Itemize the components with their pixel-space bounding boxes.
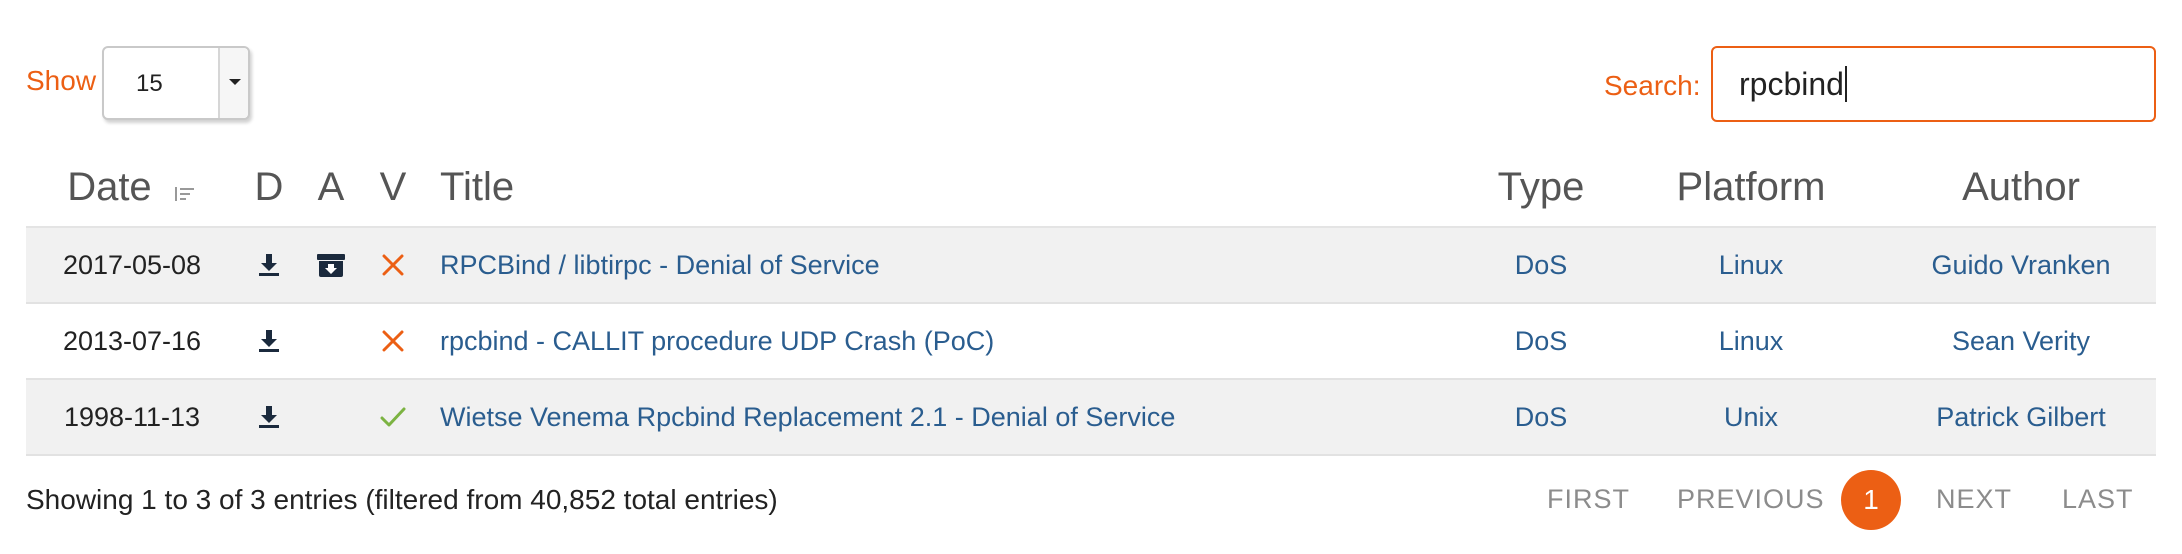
pagination-last[interactable]: LAST: [2062, 484, 2134, 515]
table-row: 2013-07-16 rpcbind - CALLIT procedure UD…: [26, 304, 2156, 380]
pagination-first[interactable]: FIRST: [1547, 484, 1630, 515]
table-row: 1998-11-13 Wietse Venema Rpcbind Replace…: [26, 380, 2156, 456]
column-header-download[interactable]: D: [244, 148, 294, 226]
exploit-author-link[interactable]: Sean Verity: [1886, 304, 2156, 378]
exploit-platform-link[interactable]: Linux: [1626, 228, 1876, 302]
exploit-title-link[interactable]: rpcbind - CALLIT procedure UDP Crash (Po…: [440, 304, 994, 378]
dropdown-toggle[interactable]: [218, 48, 248, 118]
download-icon[interactable]: [244, 228, 294, 302]
download-icon[interactable]: [244, 304, 294, 378]
row-date: 1998-11-13: [63, 402, 201, 432]
pagination-previous[interactable]: PREVIOUS: [1677, 484, 1825, 515]
exploit-platform-link[interactable]: Unix: [1626, 380, 1876, 454]
column-header-app[interactable]: A: [306, 148, 356, 226]
table-info-text: Showing 1 to 3 of 3 entries (filtered fr…: [26, 484, 778, 515]
column-header-type[interactable]: Type: [1466, 148, 1616, 226]
x-icon: [368, 304, 418, 378]
column-header-date-label: Date: [67, 165, 152, 209]
column-header-author[interactable]: Author: [1886, 148, 2156, 226]
check-icon: [368, 380, 418, 454]
x-icon: [368, 228, 418, 302]
text-cursor: [1845, 66, 1847, 102]
pagination-next[interactable]: NEXT: [1936, 484, 2012, 515]
exploit-type-link[interactable]: DoS: [1466, 380, 1616, 454]
exploit-platform-link[interactable]: Linux: [1626, 304, 1876, 378]
caret-down-icon: [229, 79, 241, 85]
search-label: Search:: [1604, 70, 1701, 101]
pagination-current-page[interactable]: 1: [1841, 470, 1901, 530]
column-header-platform[interactable]: Platform: [1626, 148, 1876, 226]
show-entries-label: Show: [26, 65, 97, 96]
row-date: 2013-07-16: [62, 326, 202, 356]
archive-icon[interactable]: [306, 228, 356, 302]
search-input[interactable]: [1711, 46, 2156, 122]
exploit-title-link[interactable]: RPCBind / libtirpc - Denial of Service: [440, 228, 880, 302]
exploit-author-link[interactable]: Patrick Gilbert: [1886, 380, 2156, 454]
exploit-search-page: Show 15 Search: Date D A V Title Type: [0, 0, 2182, 554]
exploit-type-link[interactable]: DoS: [1466, 304, 1616, 378]
exploit-author-link[interactable]: Guido Vranken: [1886, 228, 2156, 302]
entries-per-page-value: 15: [136, 70, 163, 97]
download-icon[interactable]: [244, 380, 294, 454]
column-header-title[interactable]: Title: [440, 148, 840, 226]
exploit-title-link[interactable]: Wietse Venema Rpcbind Replacement 2.1 - …: [440, 380, 1175, 454]
column-header-date[interactable]: Date: [26, 148, 238, 226]
entries-per-page-select[interactable]: 15: [102, 46, 250, 120]
sort-icon: [174, 150, 197, 228]
table-row: 2017-05-08 RPCBind / libtirpc - Denial o…: [26, 228, 2156, 304]
column-header-verified[interactable]: V: [368, 148, 418, 226]
exploit-type-link[interactable]: DoS: [1466, 228, 1616, 302]
row-date: 2017-05-08: [62, 250, 202, 280]
